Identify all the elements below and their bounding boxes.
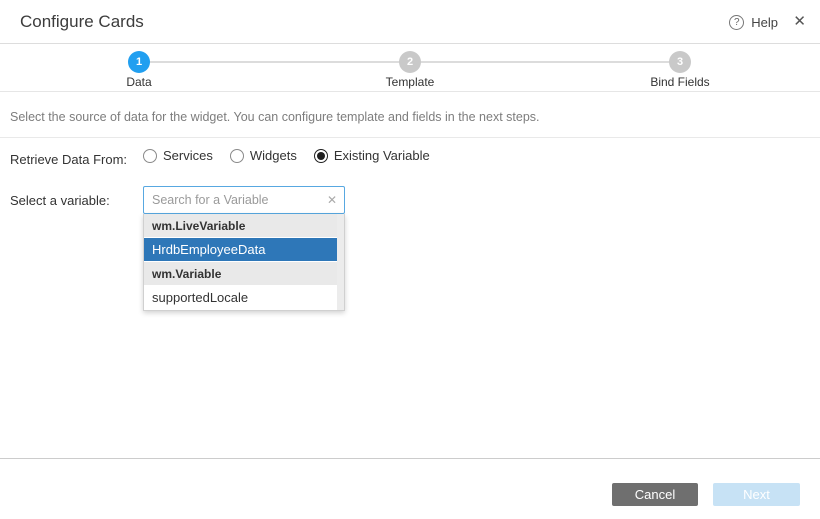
step-data-number: 1 [128,51,150,73]
variable-dropdown: wm.LiveVariable HrdbEmployeeData wm.Vari… [143,214,345,311]
variable-search-box: ✕ [143,186,345,214]
radio-services-circle[interactable] [143,149,157,163]
step-data[interactable]: 1 Data [79,44,199,89]
radio-services-label: Services [163,148,213,163]
retrieve-source-radio-group: Services Widgets Existing Variable [143,148,430,163]
instruction-divider [0,137,820,138]
instruction-text: Select the source of data for the widget… [10,110,810,124]
step-bind-fields-number: 3 [669,51,691,73]
wizard-stepper: 1 Data 2 Template 3 Bind Fields [0,44,820,92]
variable-search-input[interactable] [144,187,344,213]
configure-cards-dialog: Configure Cards ? Help ✕ 1 Data 2 Templa… [0,0,820,519]
radio-existing-variable-circle[interactable] [314,149,328,163]
step-bind-fields-label: Bind Fields [620,75,740,89]
dialog-title: Configure Cards [20,12,144,32]
cancel-button[interactable]: Cancel [612,483,698,506]
step-template[interactable]: 2 Template [350,44,470,89]
dropdown-scrollbar[interactable] [337,214,344,310]
next-button[interactable]: Next [713,483,800,506]
dropdown-item-wm-livevariable[interactable]: wm.LiveVariable [144,214,338,238]
step-data-label: Data [79,75,199,89]
header-actions: ? Help ✕ [729,0,778,44]
retrieve-data-from-label: Retrieve Data From: [10,152,127,167]
radio-existing-variable-label: Existing Variable [334,148,430,163]
dropdown-item-wm-variable[interactable]: wm.Variable [144,262,338,286]
radio-widgets[interactable]: Widgets [230,148,297,163]
close-icon[interactable]: ✕ [793,0,806,44]
dropdown-item-supportedlocale[interactable]: supportedLocale [144,286,338,310]
select-variable-label: Select a variable: [10,193,110,208]
step-bind-fields[interactable]: 3 Bind Fields [620,44,740,89]
clear-search-icon[interactable]: ✕ [327,194,337,206]
radio-existing-variable[interactable]: Existing Variable [314,148,430,163]
radio-widgets-circle[interactable] [230,149,244,163]
step-template-label: Template [350,75,470,89]
dropdown-item-hrdbemployeedata[interactable]: HrdbEmployeeData [144,238,338,262]
radio-services[interactable]: Services [143,148,213,163]
radio-widgets-label: Widgets [250,148,297,163]
help-icon[interactable]: ? [729,15,744,30]
dialog-header: Configure Cards ? Help ✕ [0,0,820,44]
footer-divider [0,458,820,459]
help-link[interactable]: Help [751,15,778,30]
step-template-number: 2 [399,51,421,73]
